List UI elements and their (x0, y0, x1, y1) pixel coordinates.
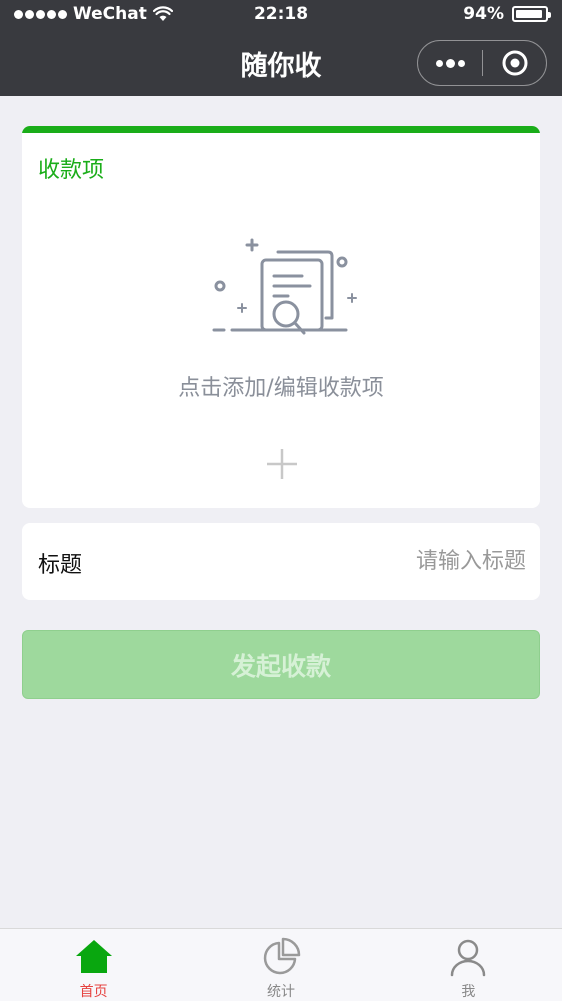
more-dots-icon-center (445, 58, 455, 68)
battery-percentage: 94% (463, 4, 504, 24)
status-bar: WeChat 22:18 94% (0, 0, 562, 30)
card-title: 收款项 (38, 158, 105, 183)
more-dots-icon (435, 59, 443, 67)
more-dots-icon-right (457, 59, 465, 67)
tab-label: 统计 (266, 984, 295, 1000)
title-field-row: 标题 (22, 523, 540, 600)
battery-fill (516, 10, 543, 18)
tab-label: 首页 (79, 984, 108, 1000)
home-icon (75, 940, 112, 973)
battery-icon (512, 6, 551, 22)
status-right: 94% (463, 4, 551, 24)
tab-home[interactable]: 首页 (0, 929, 187, 1001)
tab-me[interactable]: 我 (375, 929, 562, 1001)
tab-statistics[interactable]: 统计 (187, 929, 374, 1001)
mini-program-capsule (417, 40, 547, 86)
close-button[interactable] (483, 41, 546, 85)
pie-chart-icon (263, 937, 301, 975)
card-accent-bar (22, 126, 540, 133)
document-search-illustration-icon (212, 238, 357, 335)
tab-bar: 首页 统计 我 (0, 928, 562, 1001)
close-target-icon (502, 50, 527, 76)
user-icon (451, 939, 486, 977)
tab-label: 我 (461, 984, 476, 1000)
collection-items-card[interactable]: 收款项 点击添加/编辑收款项 (22, 126, 540, 508)
empty-state-hint: 点击添加/编辑收款项 (178, 376, 384, 401)
title-input[interactable] (226, 541, 526, 581)
add-item-plus-icon[interactable] (265, 447, 299, 481)
more-button[interactable] (418, 41, 482, 85)
title-label: 标题 (38, 553, 83, 578)
start-collection-button[interactable]: 发起收款 (22, 630, 540, 699)
header: WeChat 22:18 94% 随你收 (0, 0, 562, 96)
